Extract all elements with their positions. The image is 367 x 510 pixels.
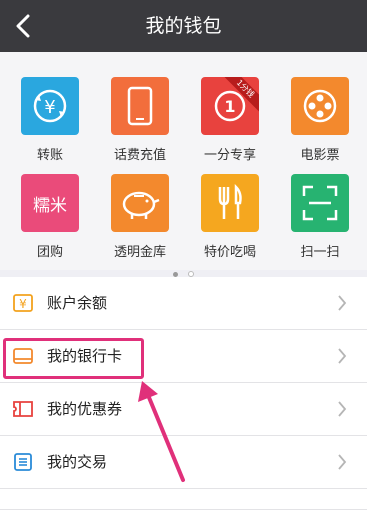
pointer-arrow-annotation [138,381,185,482]
